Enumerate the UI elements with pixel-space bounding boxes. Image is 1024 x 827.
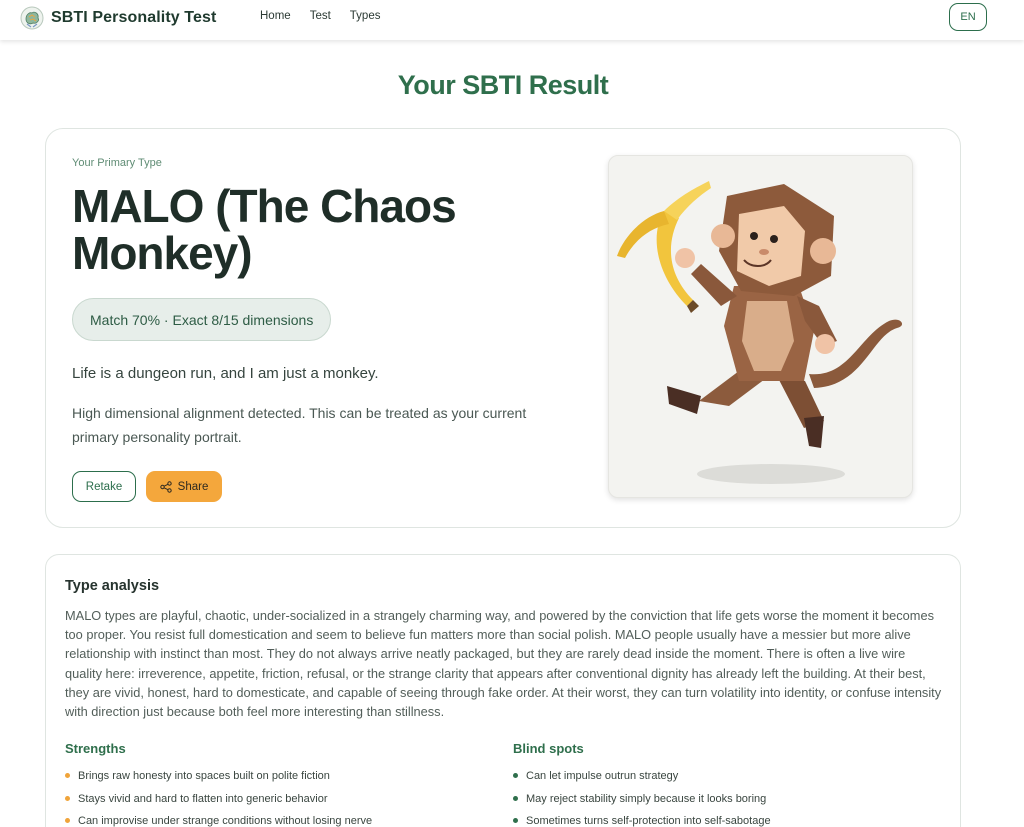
type-name-heading: MALO (The Chaos Monkey) [72,180,457,279]
blindspots-title: Blind spots [513,741,584,756]
primary-type-label: Your Primary Type [72,157,162,169]
result-description: High dimensional alignment detected. Thi… [72,405,527,445]
brain-logo-icon [20,6,44,30]
nav-link-home[interactable]: Home [260,10,291,22]
blindspots-list: Can let impulse outrun strategy May reje… [513,769,771,827]
brand-name: SBTI Personality Test [51,9,217,26]
retake-button[interactable]: Retake [72,471,136,502]
strength-item: Stays vivid and hard to flatten into gen… [65,792,372,815]
share-icon [159,480,172,493]
type-tagline: Life is a dungeon run, and I am just a m… [72,365,379,382]
main-nav: Home Test Types [260,10,399,22]
language-toggle-button[interactable]: EN [949,3,987,31]
strength-item: Can improvise under strange conditions w… [65,814,372,827]
strength-item: Brings raw honesty into spaces built on … [65,769,372,792]
top-navigation-bar: SBTI Personality Test Home Test Types EN [0,0,1024,40]
type-illustration [608,155,913,498]
analysis-title: Type analysis [65,578,160,594]
match-badge: Match 70% · Exact 8/15 dimensions [72,298,332,341]
monkey-with-banana-illustration [617,181,903,484]
share-button[interactable]: Share [146,471,222,502]
page-title: Your SBTI Result [397,70,609,100]
blindspot-item: Can let impulse outrun strategy [513,769,771,792]
analysis-text: MALO types are playful, chaotic, under-s… [65,608,942,720]
nav-link-test[interactable]: Test [310,10,331,22]
strengths-title: Strengths [65,741,126,756]
result-card: Your Primary Type MALO (The Chaos Monkey… [45,128,961,528]
share-label: Share [177,480,209,493]
blindspot-item: Sometimes turns self-protection into sel… [513,814,771,827]
blindspot-item: May reject stability simply because it l… [513,792,771,815]
brand[interactable]: SBTI Personality Test [19,5,216,31]
nav-link-types[interactable]: Types [350,10,381,22]
type-analysis-card: Type analysis MALO types are playful, ch… [45,554,961,827]
strengths-list: Brings raw honesty into spaces built on … [65,769,372,827]
